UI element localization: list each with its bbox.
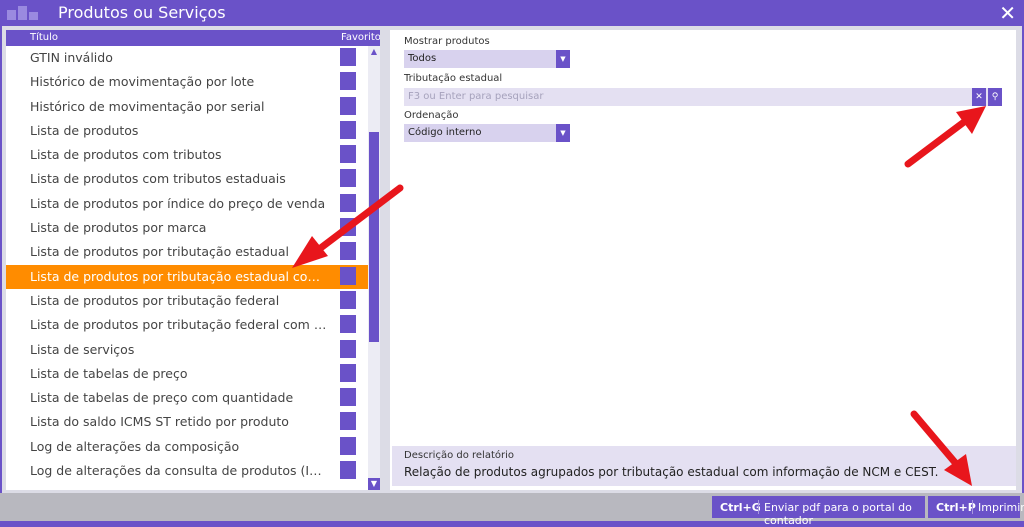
report-item-label: Lista de produtos por índice do preço de… xyxy=(30,195,326,211)
report-options-panel: Mostrar produtos Todos ▼ Tributação esta… xyxy=(390,30,1016,490)
report-list-item[interactable]: Lista de produtos por tributação estadua… xyxy=(6,240,368,264)
report-item-label: Lista de produtos por tributação estadua… xyxy=(30,244,289,260)
favorite-toggle[interactable] xyxy=(340,48,356,66)
favorite-toggle[interactable] xyxy=(340,315,356,334)
report-list-item[interactable]: Lista de produtos por tributação estadua… xyxy=(6,264,368,289)
report-list-item[interactable]: Log de alterações da consulta de produto… xyxy=(6,459,368,483)
favorite-toggle[interactable] xyxy=(340,412,356,431)
list-scrollbar[interactable]: ▲ ▼ xyxy=(368,46,380,490)
description-text: Relação de produtos agrupados por tribut… xyxy=(404,465,939,479)
report-item-label: Lista de produtos por tributação federal… xyxy=(30,317,330,333)
close-icon[interactable]: ✕ xyxy=(999,1,1016,25)
send-shortcut: Ctrl+G xyxy=(720,501,761,514)
print-shortcut: Ctrl+P xyxy=(936,501,976,514)
report-list-panel: Título Favorito GTIN inválido Histórico d… xyxy=(6,30,380,490)
list-header: Título Favorito xyxy=(6,30,380,46)
report-item-label: Lista de produtos por tributação estadua… xyxy=(30,268,330,284)
report-list-item[interactable]: Lista de tabelas de preço com quantidade xyxy=(6,386,368,410)
favorite-toggle[interactable] xyxy=(340,169,356,188)
report-list-item[interactable]: Lista de produtos por índice do preço de… xyxy=(6,192,368,216)
report-list-item[interactable]: Lista do saldo ICMS ST retido por produt… xyxy=(6,410,368,434)
window-title: Produtos ou Serviços xyxy=(58,3,226,22)
favorite-toggle[interactable] xyxy=(340,363,356,382)
search-icon[interactable]: ⚲ xyxy=(988,88,1002,106)
favorite-toggle[interactable] xyxy=(340,242,356,261)
divider xyxy=(972,500,973,514)
scroll-thumb[interactable] xyxy=(369,132,379,342)
report-item-label: Histórico de movimentação por serial xyxy=(30,98,265,114)
favorite-toggle[interactable] xyxy=(340,388,356,407)
chevron-down-icon[interactable]: ▼ xyxy=(556,50,570,68)
report-item-label: Lista de produtos por tributação federal xyxy=(30,292,280,308)
scroll-down-icon[interactable]: ▼ xyxy=(368,478,380,490)
favorite-toggle[interactable] xyxy=(340,120,356,139)
scroll-up-icon[interactable]: ▲ xyxy=(368,46,380,58)
favorite-toggle[interactable] xyxy=(340,193,356,212)
report-item-label: Lista de produtos com tributos estaduais xyxy=(30,171,286,187)
print-button[interactable]: Ctrl+P Imprimir xyxy=(928,496,1024,518)
bottom-toolbar: Ctrl+G Enviar pdf para o portal do conta… xyxy=(0,493,1024,527)
show-products-value: Todos xyxy=(408,53,437,64)
print-label: Imprimir xyxy=(978,501,1024,514)
main-content: Título Favorito GTIN inválido Histórico d… xyxy=(2,26,1022,493)
report-item-label: Log de alterações da composição xyxy=(30,438,240,454)
favorite-toggle[interactable] xyxy=(340,145,356,164)
report-list-item[interactable]: Lista de produtos por marca xyxy=(6,216,368,240)
title-bar: Produtos ou Serviços ✕ xyxy=(0,0,1024,26)
report-list-item[interactable]: Lista de produtos com tributos xyxy=(6,143,368,167)
report-item-label: Lista de serviços xyxy=(30,341,135,357)
report-item-label: Lista de produtos com tributos xyxy=(30,147,222,163)
favorite-toggle[interactable] xyxy=(340,72,356,91)
report-list-item[interactable]: Log de alterações da composição xyxy=(6,435,368,459)
report-item-label: Log de alterações da consulta de produto… xyxy=(30,463,330,479)
show-products-select[interactable]: Todos ▼ xyxy=(404,50,570,68)
report-list-item[interactable]: Lista de serviços xyxy=(6,338,368,362)
report-list-item[interactable]: Histórico de movimentação por serial xyxy=(6,95,368,119)
send-label: Enviar pdf para o portal do contador xyxy=(764,501,912,527)
state-tax-placeholder: F3 ou Enter para pesquisar xyxy=(408,91,544,102)
favorite-toggle[interactable] xyxy=(340,339,356,358)
report-item-label: Lista de tabelas de preço xyxy=(30,365,188,381)
favorite-toggle[interactable] xyxy=(340,96,356,115)
report-item-label: Lista de produtos xyxy=(30,122,139,138)
divider xyxy=(758,500,759,514)
report-list-item[interactable]: Lista de tabelas de preço xyxy=(6,362,368,386)
column-header-title[interactable]: Título xyxy=(30,32,58,43)
order-label: Ordenação xyxy=(404,110,459,121)
report-list-item[interactable]: Lista de produtos por tributação federal xyxy=(6,289,368,313)
report-item-label: Lista do saldo ICMS ST retido por produt… xyxy=(30,414,289,430)
order-value: Código interno xyxy=(408,127,482,138)
state-tax-search-input[interactable]: F3 ou Enter para pesquisar ✕ ⚲ xyxy=(404,88,1002,106)
order-select[interactable]: Código interno ▼ xyxy=(404,124,570,142)
report-list: GTIN inválido Histórico de movimentação p… xyxy=(6,46,368,483)
report-item-label: GTIN inválido xyxy=(30,50,113,65)
report-list-item[interactable]: Lista de produtos com tributos estaduais xyxy=(6,167,368,191)
report-list-item[interactable]: Lista de produtos por tributação federal… xyxy=(6,313,368,337)
report-list-item[interactable]: Histórico de movimentação por lote xyxy=(6,70,368,94)
send-pdf-button[interactable]: Ctrl+G Enviar pdf para o portal do conta… xyxy=(712,496,925,527)
favorite-toggle[interactable] xyxy=(340,218,356,237)
clear-icon[interactable]: ✕ xyxy=(972,88,986,106)
column-header-favorite[interactable]: Favorito xyxy=(341,32,380,43)
favorite-toggle[interactable] xyxy=(340,290,356,309)
report-item-label: Histórico de movimentação por lote xyxy=(30,74,255,90)
state-tax-label: Tributação estadual xyxy=(404,73,503,84)
show-products-label: Mostrar produtos xyxy=(404,36,490,47)
boxes-icon xyxy=(7,6,38,20)
description-title: Descrição do relatório xyxy=(404,450,515,461)
favorite-toggle[interactable] xyxy=(340,461,356,480)
report-item-label: Lista de tabelas de preço com quantidade xyxy=(30,390,294,406)
favorite-toggle[interactable] xyxy=(340,266,356,285)
report-list-item[interactable]: GTIN inválido xyxy=(6,46,368,70)
favorite-toggle[interactable] xyxy=(340,436,356,455)
report-description: Descrição do relatório Relação de produt… xyxy=(392,446,1016,486)
report-item-label: Lista de produtos por marca xyxy=(30,220,207,236)
report-list-item[interactable]: Lista de produtos xyxy=(6,119,368,143)
chevron-down-icon[interactable]: ▼ xyxy=(556,124,570,142)
